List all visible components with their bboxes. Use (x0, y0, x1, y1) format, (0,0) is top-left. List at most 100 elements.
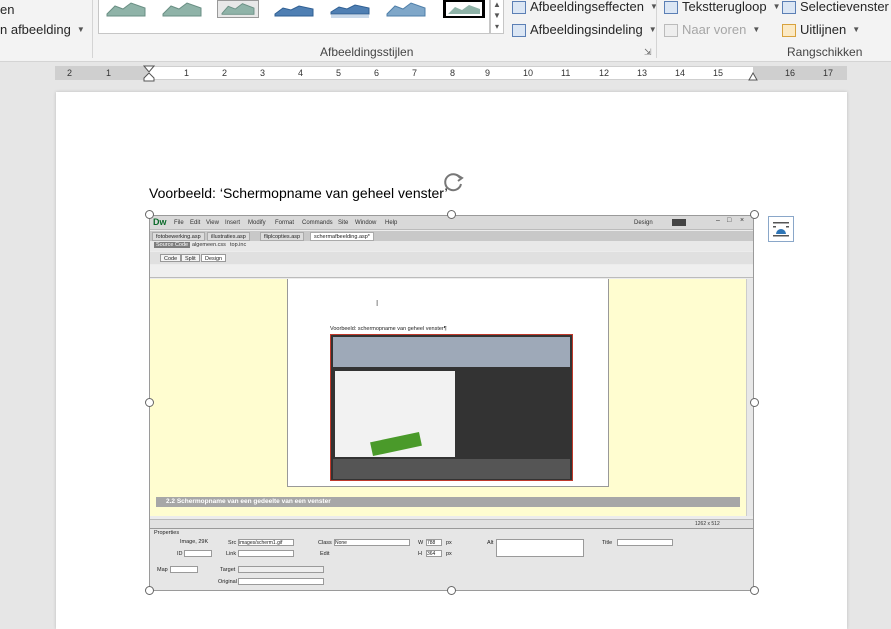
dw-menu-item: Edit (190, 220, 201, 226)
chevron-down-icon: ▼ (76, 25, 85, 34)
picture-styles-gallery[interactable] (98, 0, 490, 34)
style-thumbnail[interactable] (273, 0, 315, 18)
props-target-field (238, 566, 324, 573)
group-label-picture-styles: Afbeeldingsstijlen (320, 45, 414, 59)
dw-menu-item: View (206, 220, 219, 226)
dw-menu-item: Window (355, 220, 377, 226)
dw-source-file: Source Code (154, 242, 191, 248)
ruler-tick: 6 (374, 68, 380, 78)
selection-pane-button[interactable]: Selectievenster (782, 0, 889, 17)
align-button[interactable]: Uitlijnen ▼ (782, 20, 860, 40)
dw-view-button: Design (201, 254, 227, 262)
picture-effects-button[interactable]: Afbeeldingseffecten ▼ (512, 0, 658, 17)
picture-effects-icon (512, 0, 526, 14)
indent-marker-icon[interactable] (143, 65, 155, 83)
props-w-label: W (418, 540, 424, 546)
ruler-tick: 7 (412, 68, 418, 78)
resize-handle-left[interactable] (145, 398, 154, 407)
ruler-tick: 13 (637, 68, 648, 78)
chevron-down-icon: ▼ (752, 25, 761, 34)
selected-image[interactable]: Dw File Edit View Insert Modify Format C… (149, 215, 754, 591)
resize-handle-right[interactable] (750, 398, 759, 407)
style-thumbnail[interactable] (161, 0, 203, 18)
props-src-label: Src (228, 540, 237, 546)
rotate-handle-icon[interactable] (440, 170, 466, 194)
group-label-arrange: Rangschikken (787, 45, 863, 59)
picture-layout-icon (512, 23, 526, 37)
dw-tab-active: schermafbeelding.asp* (310, 232, 374, 241)
close-icon: × (740, 217, 745, 224)
props-h-unit: px (446, 551, 452, 557)
dw-tab: illustraties.asp (207, 232, 250, 241)
horizontal-ruler[interactable]: 2 1 1 2 3 4 5 6 7 8 9 10 11 12 13 14 15 … (55, 65, 847, 83)
props-title-label: Title (602, 540, 613, 546)
style-thumbnail[interactable] (329, 0, 371, 18)
ribbon: en n afbeelding ▼ ▲ ▼ ▾ Afbeeldingsstijle… (0, 0, 891, 62)
ribbon-item-label: en (0, 2, 15, 17)
dw-menu-item: Commands (302, 220, 333, 226)
dw-toolbar (150, 265, 753, 278)
dw-logo: Dw (153, 217, 167, 227)
resize-handle-bottom-left[interactable] (145, 586, 154, 595)
gallery-more-icon[interactable]: ▾ (491, 22, 503, 33)
group-separator (92, 0, 93, 58)
ribbon-item-label: n afbeelding (0, 22, 71, 37)
button-label: Selectievenster (800, 0, 889, 14)
align-icon (782, 23, 796, 37)
dw-design-view: I Voorbeeld: schermopname van geheel ven… (150, 279, 746, 516)
nested-screenshot (330, 334, 573, 481)
chevron-down-icon[interactable]: ▼ (491, 11, 503, 22)
ruler-tick: 10 (523, 68, 534, 78)
bring-forward-button[interactable]: Naar voren ▼ (664, 20, 760, 40)
ribbon-item-top-left[interactable]: en (0, 0, 14, 20)
wrap-text-icon (664, 0, 678, 14)
ribbon-item-picture[interactable]: n afbeelding ▼ (0, 20, 85, 40)
maximize-icon: □ (727, 217, 732, 224)
props-w-unit: px (446, 540, 452, 546)
layout-options-button[interactable] (768, 216, 794, 242)
dw-view-button: Split (181, 254, 200, 262)
chevron-up-icon[interactable]: ▲ (491, 0, 503, 11)
props-map-field (170, 566, 198, 573)
image-caption[interactable]: Voorbeeld: ‘Schermopname van geheel vens… (149, 185, 448, 201)
ruler-tick: 11 (561, 68, 571, 78)
dw-menu-item: Help (385, 220, 398, 226)
resize-handle-bottom-right[interactable] (750, 586, 759, 595)
ruler-tick: 4 (298, 68, 304, 78)
ruler-tick: 14 (675, 68, 686, 78)
dw-menu-item: Insert (225, 220, 241, 226)
dw-tab: fliplcopties.asp (260, 232, 305, 241)
button-label: Afbeeldingsindeling (530, 22, 643, 37)
style-thumbnail[interactable] (443, 0, 485, 18)
props-class-field: None (334, 539, 410, 546)
gallery-scroll[interactable]: ▲ ▼ ▾ (490, 0, 504, 34)
props-h-label: H (418, 551, 422, 557)
bring-forward-icon (664, 23, 678, 37)
dw-menu-item: Format (275, 220, 295, 226)
props-src-field: images/scherm1.gif (238, 539, 294, 546)
dw-source-file: top.inc (230, 242, 247, 248)
nested-taskbar (333, 459, 570, 479)
props-alt-label: Alt (487, 540, 494, 546)
dialog-launcher-icon[interactable]: ⇲ (644, 47, 652, 58)
picture-layout-button[interactable]: Afbeeldingsindeling ▼ (512, 20, 657, 40)
resize-handle-top-right[interactable] (750, 210, 759, 219)
resize-handle-bottom[interactable] (447, 586, 456, 595)
wrap-text-button[interactable]: Tekstterugloop ▼ (664, 0, 780, 17)
style-thumbnail[interactable] (217, 0, 259, 18)
button-label: Uitlijnen (800, 22, 847, 37)
layout-options-icon (773, 222, 789, 237)
ruler-tick: 16 (785, 68, 796, 78)
ruler-tick: 1 (106, 68, 112, 78)
props-link-label: Link (226, 551, 237, 557)
props-h-field: 364 (426, 550, 442, 557)
ruler-tick: 9 (485, 68, 491, 78)
selection-pane-icon (782, 0, 796, 14)
right-indent-marker-icon[interactable] (748, 71, 758, 81)
resize-handle-top-left[interactable] (145, 210, 154, 219)
nested-ribbon (333, 337, 570, 367)
resize-handle-top[interactable] (447, 210, 456, 219)
props-original-label: Original (218, 579, 237, 585)
style-thumbnail[interactable] (385, 0, 427, 18)
style-thumbnail[interactable] (105, 0, 147, 18)
